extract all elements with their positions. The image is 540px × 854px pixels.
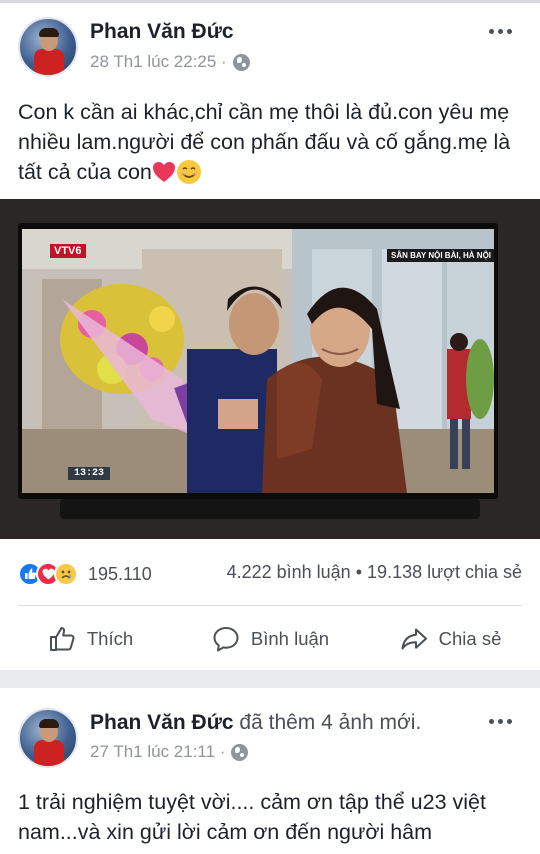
post-timestamp[interactable]: 28 Th1 lúc 22:25 · <box>90 52 227 72</box>
reaction-count: 195.110 <box>88 563 152 584</box>
share-icon <box>401 628 427 650</box>
shares-count[interactable]: 19.138 lượt chia sẻ <box>367 562 522 582</box>
comment-button-label: Bình luận <box>250 628 330 649</box>
share-button[interactable]: Chia sẻ <box>360 617 540 661</box>
smile-emoji-icon <box>176 160 201 184</box>
feed-post: Phan Văn Đức đã thêm 4 ảnh mới. 27 Th1 l… <box>0 688 540 854</box>
channel-logo: VTV6 <box>50 244 86 258</box>
heart-emoji-icon <box>152 162 175 182</box>
share-button-label: Chia sẻ <box>438 628 502 649</box>
comment-button[interactable]: Bình luận <box>180 617 360 661</box>
thumbs-up-icon <box>49 627 75 651</box>
post-text-content: Con k cần ai khác,chỉ cần mẹ thôi là đủ.… <box>18 100 511 184</box>
post-action-text: đã thêm 4 ảnh mới. <box>239 711 422 734</box>
divider <box>18 605 522 606</box>
author-avatar[interactable] <box>18 17 78 77</box>
post-text: 1 trải nghiệm tuyệt vời.... cảm ơn tập t… <box>18 790 486 844</box>
like-button[interactable]: Thích <box>0 617 180 661</box>
post-meta: 27 Th1 lúc 21:11 · <box>90 742 249 762</box>
author-line: Phan Văn Đức đã thêm 4 ảnh mới. <box>90 711 421 735</box>
globe-icon <box>231 743 249 761</box>
globe-icon <box>232 53 250 71</box>
author-name[interactable]: Phan Văn Đức <box>90 711 234 734</box>
post-stats: 4.222 bình luận • 19.138 lượt chia sẻ <box>227 562 522 583</box>
post-timestamp[interactable]: 27 Th1 lúc 21:11 · <box>90 742 225 762</box>
comments-count[interactable]: 4.222 bình luận <box>227 562 351 582</box>
post-actions: Thích Bình luận Chia sẻ <box>0 617 540 661</box>
more-options-icon[interactable] <box>489 719 512 724</box>
tv-frame: VTV6 SÂN BAY NỘI BÀI, HÀ NỘI 13:23 <box>18 223 498 499</box>
tv-clock: 13:23 <box>68 467 111 480</box>
feed-post: Phan Văn Đức 28 Th1 lúc 22:25 · Con k cầ… <box>0 3 540 670</box>
author-name[interactable]: Phan Văn Đức <box>90 20 234 44</box>
comment-icon <box>213 627 239 652</box>
sad-icon <box>54 562 78 586</box>
tv-stand <box>60 499 480 519</box>
post-text: Con k cần ai khác,chỉ cần mẹ thôi là đủ.… <box>18 97 528 187</box>
author-avatar[interactable] <box>18 708 78 768</box>
tv-screen: VTV6 SÂN BAY NỘI BÀI, HÀ NỘI 13:23 <box>22 229 494 493</box>
stats-separator: • <box>355 562 363 582</box>
post-photo[interactable]: VTV6 SÂN BAY NỘI BÀI, HÀ NỘI 13:23 <box>0 199 540 539</box>
post-meta: 28 Th1 lúc 22:25 · <box>90 52 250 72</box>
like-button-label: Thích <box>86 628 134 649</box>
reactions-summary[interactable]: 195.110 <box>18 562 152 586</box>
more-options-icon[interactable] <box>489 29 512 34</box>
location-banner: SÂN BAY NỘI BÀI, HÀ NỘI <box>387 249 494 262</box>
